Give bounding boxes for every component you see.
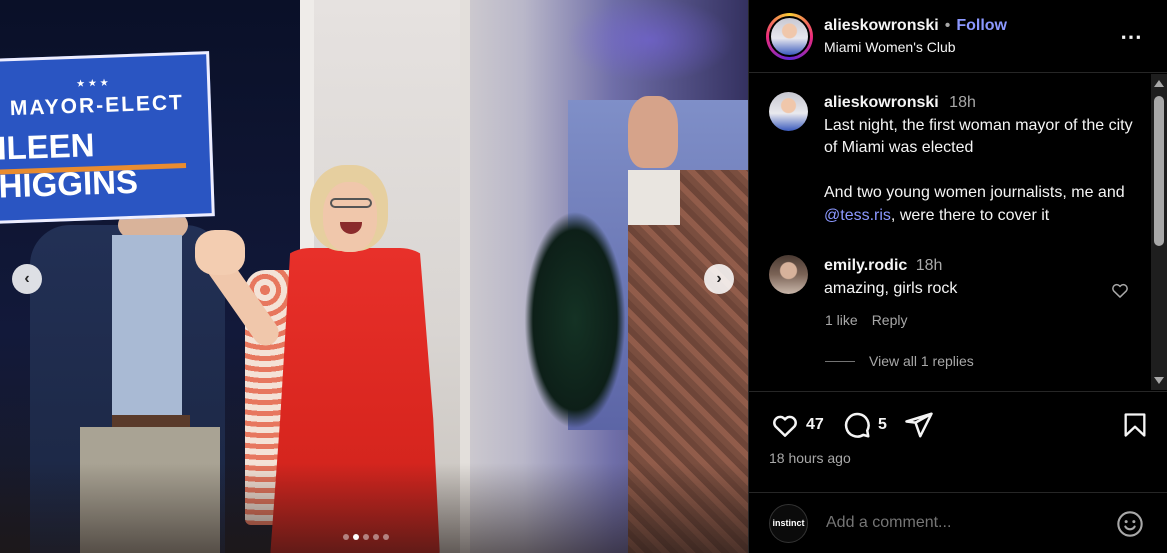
carousel-dot	[343, 534, 349, 540]
carousel-dot	[383, 534, 389, 540]
photo-raised-fist	[628, 96, 678, 168]
mention-link[interactable]: @tess.ris	[824, 207, 891, 224]
story-ring[interactable]	[766, 12, 813, 60]
post-side-panel: alieskowronski • Follow Miami Women's Cl…	[748, 0, 1167, 553]
caption-author-avatar[interactable]	[769, 92, 808, 131]
post-actions: 47 5 18 hours ago	[749, 391, 1167, 491]
like-button[interactable]: 47	[770, 410, 824, 440]
caption: alieskowronski 18h Last night, the first…	[769, 92, 1142, 227]
comment-icon	[844, 412, 870, 438]
author-avatar[interactable]	[769, 15, 810, 57]
comment-button[interactable]: 5	[842, 410, 887, 440]
send-icon	[905, 412, 933, 438]
view-replies-button[interactable]: View all 1 replies	[825, 353, 974, 369]
commenter-username[interactable]: emily.rodic	[824, 257, 907, 274]
like-count[interactable]: 47	[806, 416, 824, 434]
photo-shirt-cuff	[628, 170, 680, 225]
carousel-indicator	[343, 534, 389, 540]
heart-icon	[773, 415, 797, 437]
comments-scrollbar[interactable]	[1151, 74, 1167, 390]
post-header: alieskowronski • Follow Miami Women's Cl…	[749, 0, 1167, 73]
carousel-next-button[interactable]: ›	[704, 264, 734, 294]
carousel-dot	[363, 534, 369, 540]
save-button[interactable]	[1121, 410, 1149, 440]
commenter-avatar[interactable]	[769, 255, 808, 294]
comment-meta: 1 like Reply	[825, 312, 907, 328]
bookmark-icon	[1124, 413, 1146, 437]
carousel-prev-button[interactable]: ‹	[12, 264, 42, 294]
author-username[interactable]: alieskowronski	[824, 17, 939, 35]
caption-text: Last night, the first woman mayor of the…	[824, 116, 1133, 224]
view-replies-label[interactable]: View all 1 replies	[869, 353, 974, 369]
carousel-dot	[353, 534, 359, 540]
scroll-up-arrow-icon[interactable]	[1154, 80, 1164, 87]
photo-plant	[505, 170, 645, 470]
scroll-down-arrow-icon[interactable]	[1154, 377, 1164, 384]
caption-time: 18h	[949, 94, 976, 111]
scrollbar-thumb[interactable]	[1154, 96, 1164, 246]
comment-time: 18h	[915, 257, 943, 274]
add-comment-bar: instinct	[749, 492, 1167, 553]
comments-section[interactable]: alieskowronski 18h Last night, the first…	[749, 74, 1152, 390]
reply-button[interactable]: Reply	[872, 312, 908, 328]
comment-count[interactable]: 5	[878, 416, 887, 434]
comment-text: amazing, girls rock	[824, 279, 958, 297]
caption-username[interactable]: alieskowronski	[824, 94, 939, 111]
comment-item: emily.rodic 18h amazing, girls rock	[769, 255, 957, 300]
follow-button[interactable]: Follow	[956, 17, 1007, 35]
current-user-avatar[interactable]: instinct	[769, 503, 808, 543]
carousel-dot	[373, 534, 379, 540]
post-viewer: ★ ★ ★ MAYOR-ELECT ILEEN HIGGINS ‹ › alie…	[0, 0, 1167, 553]
campaign-sign: ★ ★ ★ MAYOR-ELECT ILEEN HIGGINS	[0, 51, 215, 224]
post-timestamp[interactable]: 18 hours ago	[769, 450, 851, 466]
share-button[interactable]	[904, 410, 934, 440]
post-photo[interactable]: ★ ★ ★ MAYOR-ELECT ILEEN HIGGINS ‹ ›	[0, 0, 748, 553]
comment-input[interactable]	[826, 514, 1086, 532]
sign-line-1: MAYOR-ELECT	[9, 91, 185, 121]
comment-like-count[interactable]: 1 like	[825, 312, 858, 328]
header-separator: •	[944, 17, 951, 34]
more-options-icon[interactable]: ⋯	[1120, 24, 1143, 50]
emoji-icon[interactable]	[1116, 510, 1144, 538]
post-location[interactable]: Miami Women's Club	[824, 39, 1007, 55]
comment-like-icon[interactable]	[1110, 280, 1130, 300]
